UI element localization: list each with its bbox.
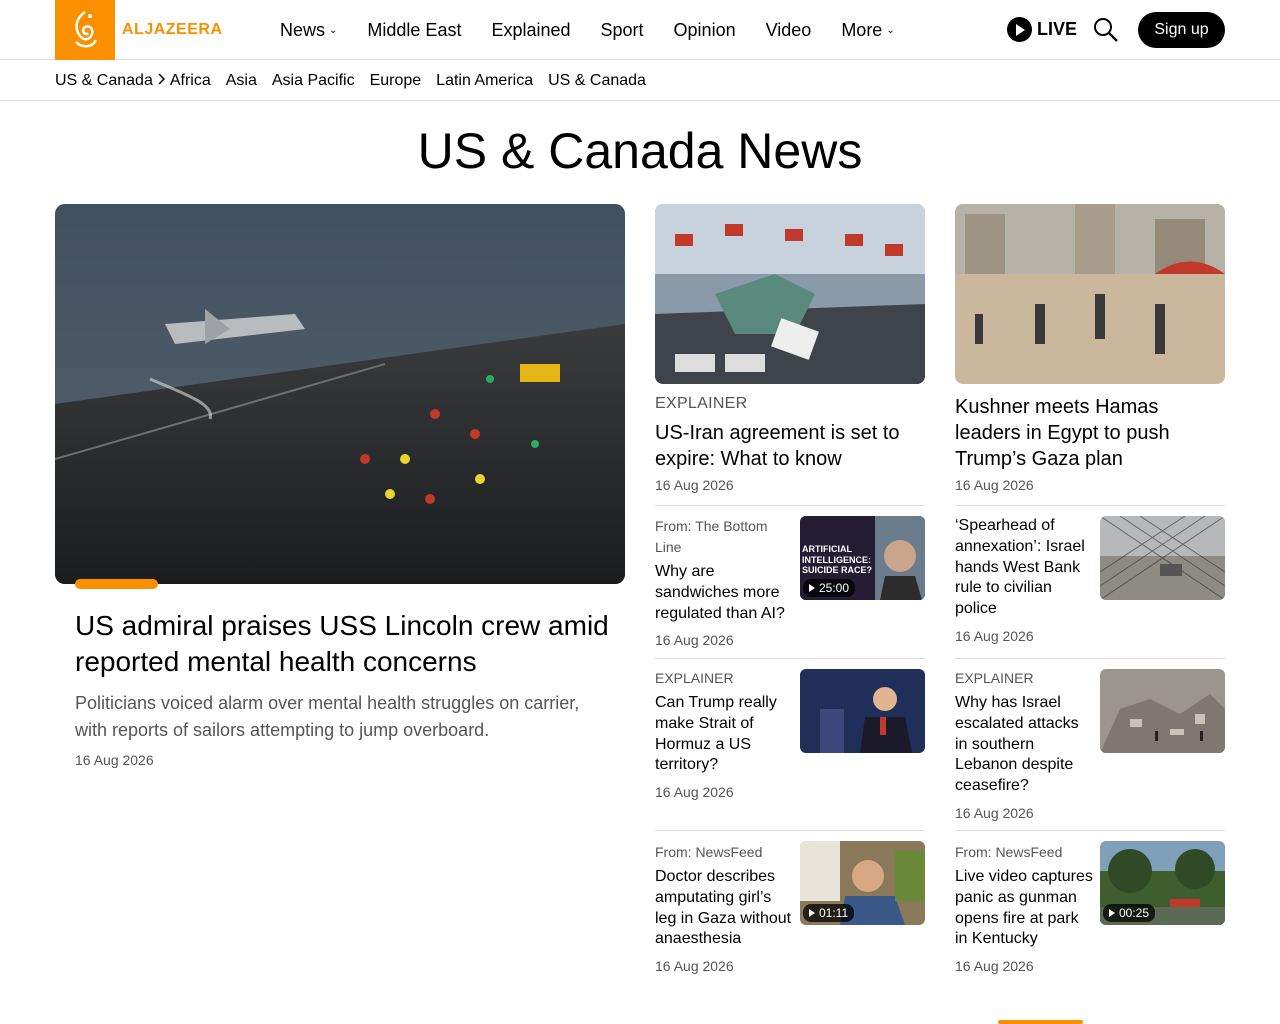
col2-top-date: 16 Aug 2026 <box>655 477 734 493</box>
video-duration-badge: 25:00 <box>803 579 856 597</box>
video-duration-badge: 01:11 <box>803 904 855 922</box>
divider <box>955 830 1225 831</box>
list-item-date: 16 Aug 2026 <box>955 804 1034 821</box>
main-story-date: 16 Aug 2026 <box>75 752 154 768</box>
subnav-item-latin-america[interactable]: Latin America <box>436 72 533 90</box>
nav-opinion[interactable]: Opinion <box>674 20 736 41</box>
search-icon[interactable] <box>1093 17 1119 43</box>
subnav: US & Canada Africa Asia Asia Pacific Eur… <box>0 61 1280 101</box>
list-item-title[interactable]: Doctor describes amputating girl’s leg i… <box>655 867 795 950</box>
list-item-tag: From: NewsFeed <box>655 844 763 860</box>
list-item-tag: EXPLAINER <box>655 670 734 686</box>
live-button[interactable]: LIVE <box>1007 17 1077 42</box>
nav-explained-label: Explained <box>491 19 571 40</box>
subnav-item-europe[interactable]: Europe <box>370 72 422 90</box>
list-item[interactable]: ‘Spearhead of annexation’: Israel hands … <box>955 516 1095 644</box>
page-title: US & Canada News <box>417 123 863 179</box>
nav-news[interactable]: News ⌄ <box>280 20 337 41</box>
main-story-description: Politicians voiced alarm over mental hea… <box>75 693 580 740</box>
list-item-tag: EXPLAINER <box>955 670 1034 686</box>
list-item[interactable]: EXPLAINER Why has Israel escalated attac… <box>955 668 1095 821</box>
list-item-tag: From: NewsFeed <box>955 844 1063 860</box>
list-item-title[interactable]: Can Trump really make Strait of Hormuz a… <box>655 693 795 776</box>
list-item-date: 16 Aug 2026 <box>655 784 734 801</box>
col2-top-image[interactable] <box>655 204 925 384</box>
list-item-tag: From: The Bottom Line <box>655 518 768 555</box>
play-icon <box>809 584 815 592</box>
chevron-right-icon <box>158 72 166 90</box>
list-item-thumbnail[interactable]: 00:25 <box>1100 841 1225 925</box>
nav-sport-label: Sport <box>600 19 644 40</box>
list-item-title[interactable]: ‘Spearhead of annexation’: Israel hands … <box>955 516 1095 620</box>
duration-label: 01:11 <box>819 906 849 920</box>
duration-label: 00:25 <box>1119 906 1150 920</box>
section-accent-bar <box>998 1020 1083 1024</box>
list-item[interactable]: From: The Bottom Line Why are sandwiches… <box>655 516 795 648</box>
nav-more-label: More <box>841 19 883 40</box>
nav-middle-east-label: Middle East <box>367 19 462 40</box>
duration-label: 25:00 <box>819 581 850 595</box>
col3-top-title[interactable]: Kushner meets Hamas leaders in Egypt to … <box>955 394 1215 472</box>
subnav-item-asia-pacific[interactable]: Asia Pacific <box>272 72 355 90</box>
site-logo[interactable]: ALJAZEERA <box>55 0 223 60</box>
main-story-image[interactable] <box>55 204 625 584</box>
subnav-item-asia[interactable]: Asia <box>226 72 257 90</box>
list-item[interactable]: From: NewsFeed Live video captures panic… <box>955 842 1095 974</box>
nav-opinion-label: Opinion <box>673 19 736 40</box>
list-item-title[interactable]: Why has Israel escalated attacks in sout… <box>955 693 1095 797</box>
nav-more[interactable]: More ⌄ <box>841 20 894 41</box>
col2-top-tag: EXPLAINER <box>655 395 748 412</box>
video-duration-badge: 00:25 <box>1103 904 1156 922</box>
nav-video[interactable]: Video <box>766 20 812 41</box>
divider <box>655 830 925 831</box>
list-item-date: 16 Aug 2026 <box>655 958 734 975</box>
list-item-thumbnail[interactable] <box>800 669 925 753</box>
play-icon <box>1109 909 1115 917</box>
signup-button[interactable]: Sign up <box>1138 12 1225 48</box>
list-item-thumbnail[interactable] <box>1100 516 1225 600</box>
list-item-title[interactable]: Why are sandwiches more regulated than A… <box>655 562 795 624</box>
main-nav: News ⌄ Middle East Explained Sport Opinio… <box>280 0 925 60</box>
list-item-thumbnail[interactable] <box>1100 669 1225 753</box>
col3-top-image[interactable] <box>955 204 1225 384</box>
main-story-accent-bar <box>75 579 158 589</box>
live-label: LIVE <box>1037 19 1078 39</box>
divider <box>655 505 925 506</box>
list-item-thumbnail[interactable]: 01:11 <box>800 841 925 925</box>
list-item[interactable]: From: NewsFeed Doctor describes amputati… <box>655 842 795 974</box>
list-item[interactable]: EXPLAINER Can Trump really make Strait o… <box>655 668 795 800</box>
list-item-date: 16 Aug 2026 <box>655 632 734 649</box>
nav-news-label: News <box>280 19 326 40</box>
nav-video-label: Video <box>765 19 812 40</box>
divider <box>655 658 925 659</box>
subnav-item-africa[interactable]: Africa <box>170 72 211 90</box>
col2-top-title[interactable]: US-Iran agreement is set to expire: What… <box>655 420 915 472</box>
logo-emblem-icon <box>55 0 115 60</box>
chevron-down-icon: ⌄ <box>886 24 895 36</box>
divider <box>955 505 1225 506</box>
main-story-title[interactable]: US admiral praises USS Lincoln crew amid… <box>75 608 615 680</box>
thumbnail-caption: ARTIFICIAL INTELLIGENCE: SUICIDE RACE? <box>802 544 873 575</box>
play-icon <box>809 909 815 917</box>
chevron-down-icon: ⌄ <box>329 24 338 36</box>
play-icon <box>1007 17 1032 42</box>
nav-explained[interactable]: Explained <box>491 20 570 41</box>
list-item-date: 16 Aug 2026 <box>955 958 1034 975</box>
divider <box>955 658 1225 659</box>
col3-top-date: 16 Aug 2026 <box>955 477 1034 493</box>
subnav-item-us-canada[interactable]: US & Canada <box>548 72 646 90</box>
nav-sport[interactable]: Sport <box>601 20 644 41</box>
list-item-thumbnail[interactable]: ARTIFICIAL INTELLIGENCE: SUICIDE RACE? 2… <box>800 516 925 600</box>
nav-middle-east[interactable]: Middle East <box>367 20 461 41</box>
list-item-date: 16 Aug 2026 <box>955 627 1034 644</box>
site-header: ALJAZEERA News ⌄ Middle East Explained Sp… <box>0 0 1280 60</box>
subnav-current[interactable]: US & Canada <box>55 72 153 90</box>
list-item-title[interactable]: Live video captures panic as gunman open… <box>955 867 1095 950</box>
logo-wordmark: ALJAZEERA <box>122 21 223 38</box>
